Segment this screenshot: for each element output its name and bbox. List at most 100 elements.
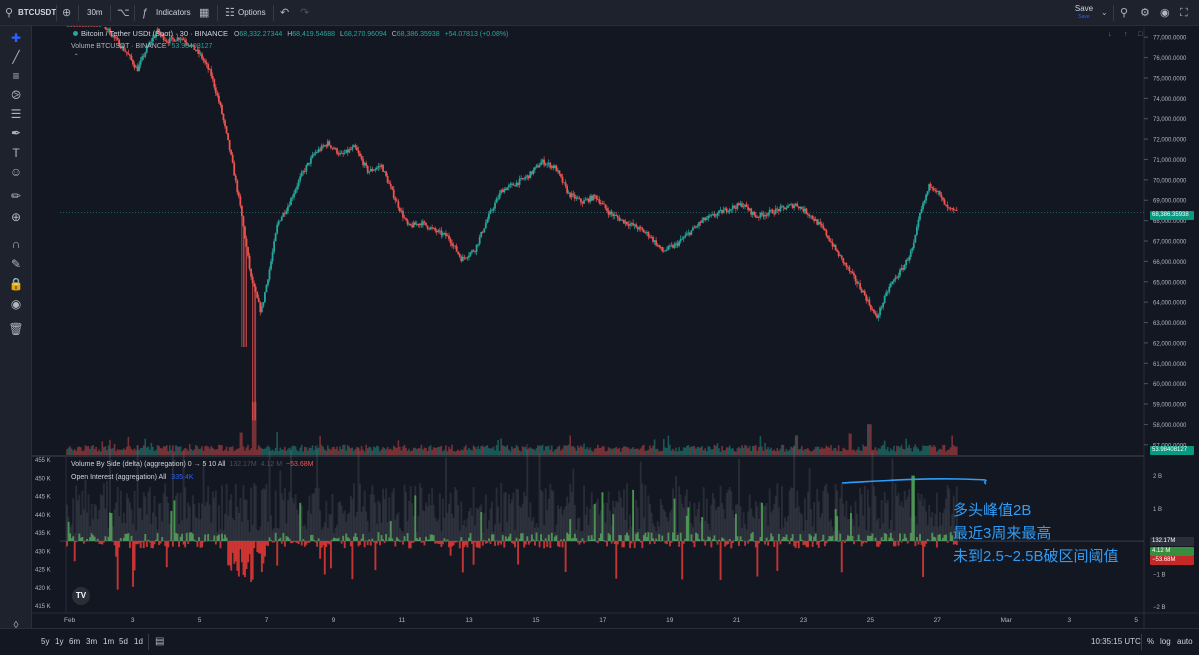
chevron-down-icon[interactable]: ⌄ — [1101, 0, 1108, 26]
bar-style-icon[interactable]: ⌥ — [117, 0, 130, 26]
range-3m[interactable]: 3m — [86, 629, 97, 655]
volume-bar — [758, 446, 760, 455]
trash-icon[interactable]: 🗑 — [0, 321, 32, 337]
candle-body — [336, 148, 338, 154]
candle-body — [776, 208, 779, 210]
log-toggle[interactable]: log — [1160, 629, 1171, 655]
redo-icon[interactable]: ↷ — [300, 0, 309, 26]
volume-bar — [118, 449, 120, 455]
volume-bar — [865, 446, 868, 455]
save-button[interactable]: Save Save — [1072, 4, 1096, 22]
add-symbol-icon[interactable]: ⊕ — [62, 0, 71, 26]
candle-body — [313, 153, 315, 155]
emoji-icon[interactable]: ☺ — [0, 164, 32, 180]
lock-icon[interactable]: 🔒 — [0, 276, 32, 292]
candle-body — [342, 153, 345, 155]
range-1d[interactable]: 1d — [134, 629, 143, 655]
candle-body — [547, 162, 550, 164]
volume-bar — [478, 449, 481, 455]
lock-drawing-icon[interactable]: ✎ — [0, 256, 32, 272]
indicators-icon[interactable]: ƒ — [142, 0, 148, 26]
candle-body — [507, 185, 510, 188]
candle-body — [356, 147, 358, 151]
fib-icon[interactable]: ≡ — [0, 68, 32, 84]
candle-body — [512, 183, 515, 186]
candle-body — [198, 49, 200, 54]
magnet-icon[interactable]: ∩ — [0, 236, 32, 252]
tradingview-logo[interactable]: TV — [72, 587, 90, 605]
collapse-legend-icon[interactable]: ˆ — [75, 53, 78, 62]
camera-icon[interactable]: ◉ — [1160, 0, 1170, 26]
date-range-icon[interactable]: ▤ — [155, 629, 164, 655]
clock-time[interactable]: 10:35:15 UTC — [1091, 629, 1141, 655]
crosshair-icon[interactable]: ✚ — [0, 30, 32, 46]
volume-bar — [702, 450, 705, 455]
candle-body — [237, 192, 240, 197]
candle-body — [756, 216, 759, 218]
forecast-icon[interactable]: ☰ — [0, 106, 32, 122]
candle-body — [219, 101, 222, 105]
candle-body — [251, 276, 254, 284]
range-6m[interactable]: 6m — [69, 629, 80, 655]
range-1m[interactable]: 1m — [103, 629, 114, 655]
candle-body — [592, 194, 595, 201]
options-button[interactable]: Options — [238, 0, 266, 26]
candle-body — [843, 262, 846, 264]
range-5y[interactable]: 5y — [41, 629, 49, 655]
undo-icon[interactable]: ↶ — [280, 0, 289, 26]
volume-bar — [669, 444, 671, 455]
symbol-legend: Bitcoin / Tether USDt (Spot) · 30 · BINA… — [73, 29, 508, 38]
volume-bar — [325, 450, 328, 455]
settings-icon[interactable]: ⚙ — [1140, 0, 1150, 26]
layout-icon[interactable]: ▦ — [199, 0, 209, 26]
trendline-icon[interactable]: ╱ — [0, 49, 32, 65]
text-icon[interactable]: T — [0, 145, 32, 161]
pattern-icon[interactable]: ⧁ — [0, 87, 32, 103]
volume-bar — [156, 445, 159, 455]
interval-button[interactable]: 30m — [87, 0, 103, 26]
volume-bar — [425, 447, 427, 455]
candle-body — [727, 211, 730, 213]
ruler-icon[interactable]: ✏ — [0, 188, 32, 204]
volume-bar — [744, 444, 746, 455]
fullscreen-icon[interactable]: ⛶ — [1180, 0, 1188, 26]
volume-bar — [529, 447, 532, 455]
range-1y[interactable]: 1y — [55, 629, 63, 655]
volume-bar — [414, 447, 417, 455]
candle-body — [834, 244, 837, 251]
visibility-icon[interactable]: ◉ — [0, 296, 32, 312]
delta-bar — [486, 541, 489, 544]
candle-body — [540, 162, 542, 166]
volume-bar — [466, 449, 469, 455]
volume-bar — [267, 445, 269, 455]
volume-bar — [778, 450, 780, 455]
candle-body — [308, 162, 311, 164]
candle-body — [532, 169, 535, 174]
volume-bar — [567, 444, 570, 455]
candle-body — [705, 218, 708, 221]
volume-bar — [569, 435, 571, 455]
divider — [273, 5, 274, 21]
volume-bar — [213, 449, 216, 455]
options-icon[interactable]: ☷ — [225, 0, 235, 26]
brush-icon[interactable]: ✒ — [0, 125, 32, 141]
search-icon[interactable]: ⚲ — [5, 0, 13, 26]
volume-bar — [854, 451, 857, 455]
range-5d[interactable]: 5d — [119, 629, 128, 655]
volume-bar — [150, 442, 153, 455]
candle-body — [432, 227, 435, 229]
volume-bar — [241, 432, 243, 455]
auto-toggle[interactable]: auto — [1177, 629, 1193, 655]
quick-search-icon[interactable]: ⚲ — [1120, 0, 1128, 26]
volume-bar — [348, 446, 351, 455]
volume-bar — [607, 447, 610, 455]
percent-toggle[interactable]: % — [1147, 629, 1154, 655]
zoom-in-icon[interactable]: ⊕ — [0, 209, 32, 225]
divider — [217, 5, 218, 21]
volume-bar — [282, 449, 285, 455]
volume-bar — [238, 448, 240, 455]
symbol-button[interactable]: BTCUSDT — [18, 0, 56, 26]
indicators-button[interactable]: Indicators — [156, 0, 191, 26]
candle-body — [317, 149, 320, 153]
volume-bar — [845, 449, 848, 455]
